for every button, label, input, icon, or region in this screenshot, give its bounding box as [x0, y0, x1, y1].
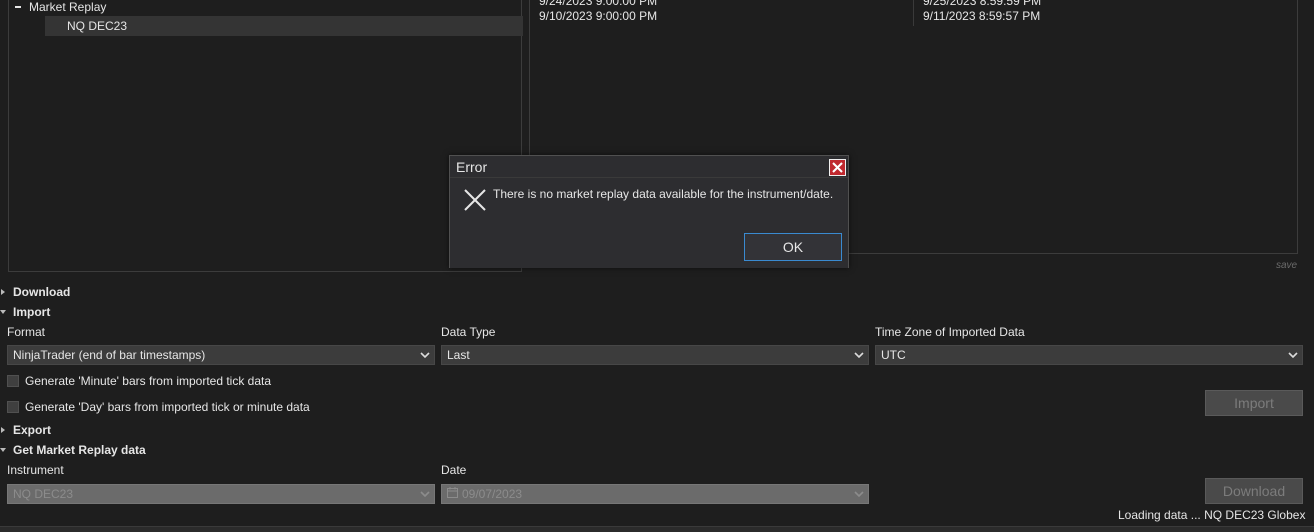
tree-node-nq-dec23[interactable]: NQ DEC23: [45, 16, 523, 36]
grid-cell: 9/11/2023 8:59:57 PM: [923, 9, 1041, 23]
error-message: There is no market replay data available…: [493, 187, 834, 201]
expand-icon: [1, 427, 5, 434]
calendar-icon: [447, 485, 458, 503]
grid-cell: 9/10/2023 9:00:00 PM: [539, 9, 658, 23]
checkbox-label: Generate 'Day' bars from imported tick o…: [25, 400, 310, 414]
data-type-label: Data Type: [441, 325, 496, 339]
section-title: Get Market Replay data: [13, 443, 146, 457]
expand-icon: [1, 289, 5, 296]
collapse-icon[interactable]: [15, 5, 21, 8]
minute-bars-checkbox[interactable]: [7, 374, 19, 387]
dialog-body: There is no market replay data available…: [450, 179, 848, 268]
collapse-icon: [0, 448, 6, 453]
section-export[interactable]: Export: [0, 421, 51, 439]
date-label: Date: [441, 463, 467, 477]
checkbox-label: Generate 'Minute' bars from imported tic…: [25, 374, 272, 388]
date-value: 09/07/2023: [462, 487, 523, 501]
download-button[interactable]: Download: [1205, 478, 1303, 504]
instrument-label: Instrument: [7, 463, 64, 477]
chevron-down-icon: [854, 489, 864, 499]
instrument-tree: Market Replay NQ DEC23: [8, 0, 523, 272]
save-link[interactable]: save: [1276, 260, 1297, 271]
status-text: Loading data ... NQ DEC23 Globex: [1118, 508, 1306, 522]
error-dialog: Error There is no market replay data ava…: [449, 155, 849, 268]
import-button[interactable]: Import: [1205, 390, 1303, 416]
instrument-select[interactable]: NQ DEC23: [7, 484, 435, 504]
chevron-down-icon: [1288, 350, 1298, 360]
chevron-down-icon: [420, 350, 430, 360]
format-select[interactable]: NinjaTrader (end of bar timestamps): [7, 345, 435, 365]
day-bars-option[interactable]: Generate 'Day' bars from imported tick o…: [7, 399, 310, 415]
collapse-icon: [0, 310, 6, 315]
section-title: Export: [13, 423, 52, 437]
section-get-market-replay[interactable]: Get Market Replay data: [0, 441, 146, 459]
tree-node-label: NQ DEC23: [67, 19, 128, 33]
error-x-icon: [462, 187, 488, 213]
close-icon[interactable]: [829, 159, 846, 176]
chevron-down-icon: [854, 350, 864, 360]
minute-bars-option[interactable]: Generate 'Minute' bars from imported tic…: [7, 373, 271, 389]
timezone-value: UTC: [881, 348, 906, 362]
format-label: Format: [7, 325, 46, 339]
data-type-select[interactable]: Last: [441, 345, 869, 365]
timezone-label: Time Zone of Imported Data: [875, 325, 1025, 339]
section-title: Import: [13, 305, 51, 319]
section-title: Download: [13, 285, 71, 299]
timezone-select[interactable]: UTC: [875, 345, 1303, 365]
format-value: NinjaTrader (end of bar timestamps): [13, 348, 206, 362]
ok-button[interactable]: OK: [744, 233, 842, 261]
chevron-down-icon: [420, 489, 430, 499]
column-divider: [913, 0, 914, 26]
instrument-value: NQ DEC23: [13, 487, 74, 501]
date-picker[interactable]: 09/07/2023: [441, 484, 869, 504]
bottom-bar: [0, 526, 1314, 532]
tree-node-label: Market Replay: [29, 0, 107, 14]
section-import[interactable]: Import: [0, 303, 50, 321]
day-bars-checkbox[interactable]: [7, 400, 19, 413]
tree-node-market-replay[interactable]: Market Replay: [15, 0, 106, 16]
section-download[interactable]: Download: [0, 283, 70, 301]
data-type-value: Last: [447, 348, 470, 362]
grid-cell: 9/24/2023 9:00:00 PM: [539, 0, 658, 8]
dialog-title: Error: [456, 159, 488, 175]
grid-cell: 9/25/2023 8:59:59 PM: [923, 0, 1042, 8]
dialog-title-bar[interactable]: Error: [450, 156, 848, 178]
